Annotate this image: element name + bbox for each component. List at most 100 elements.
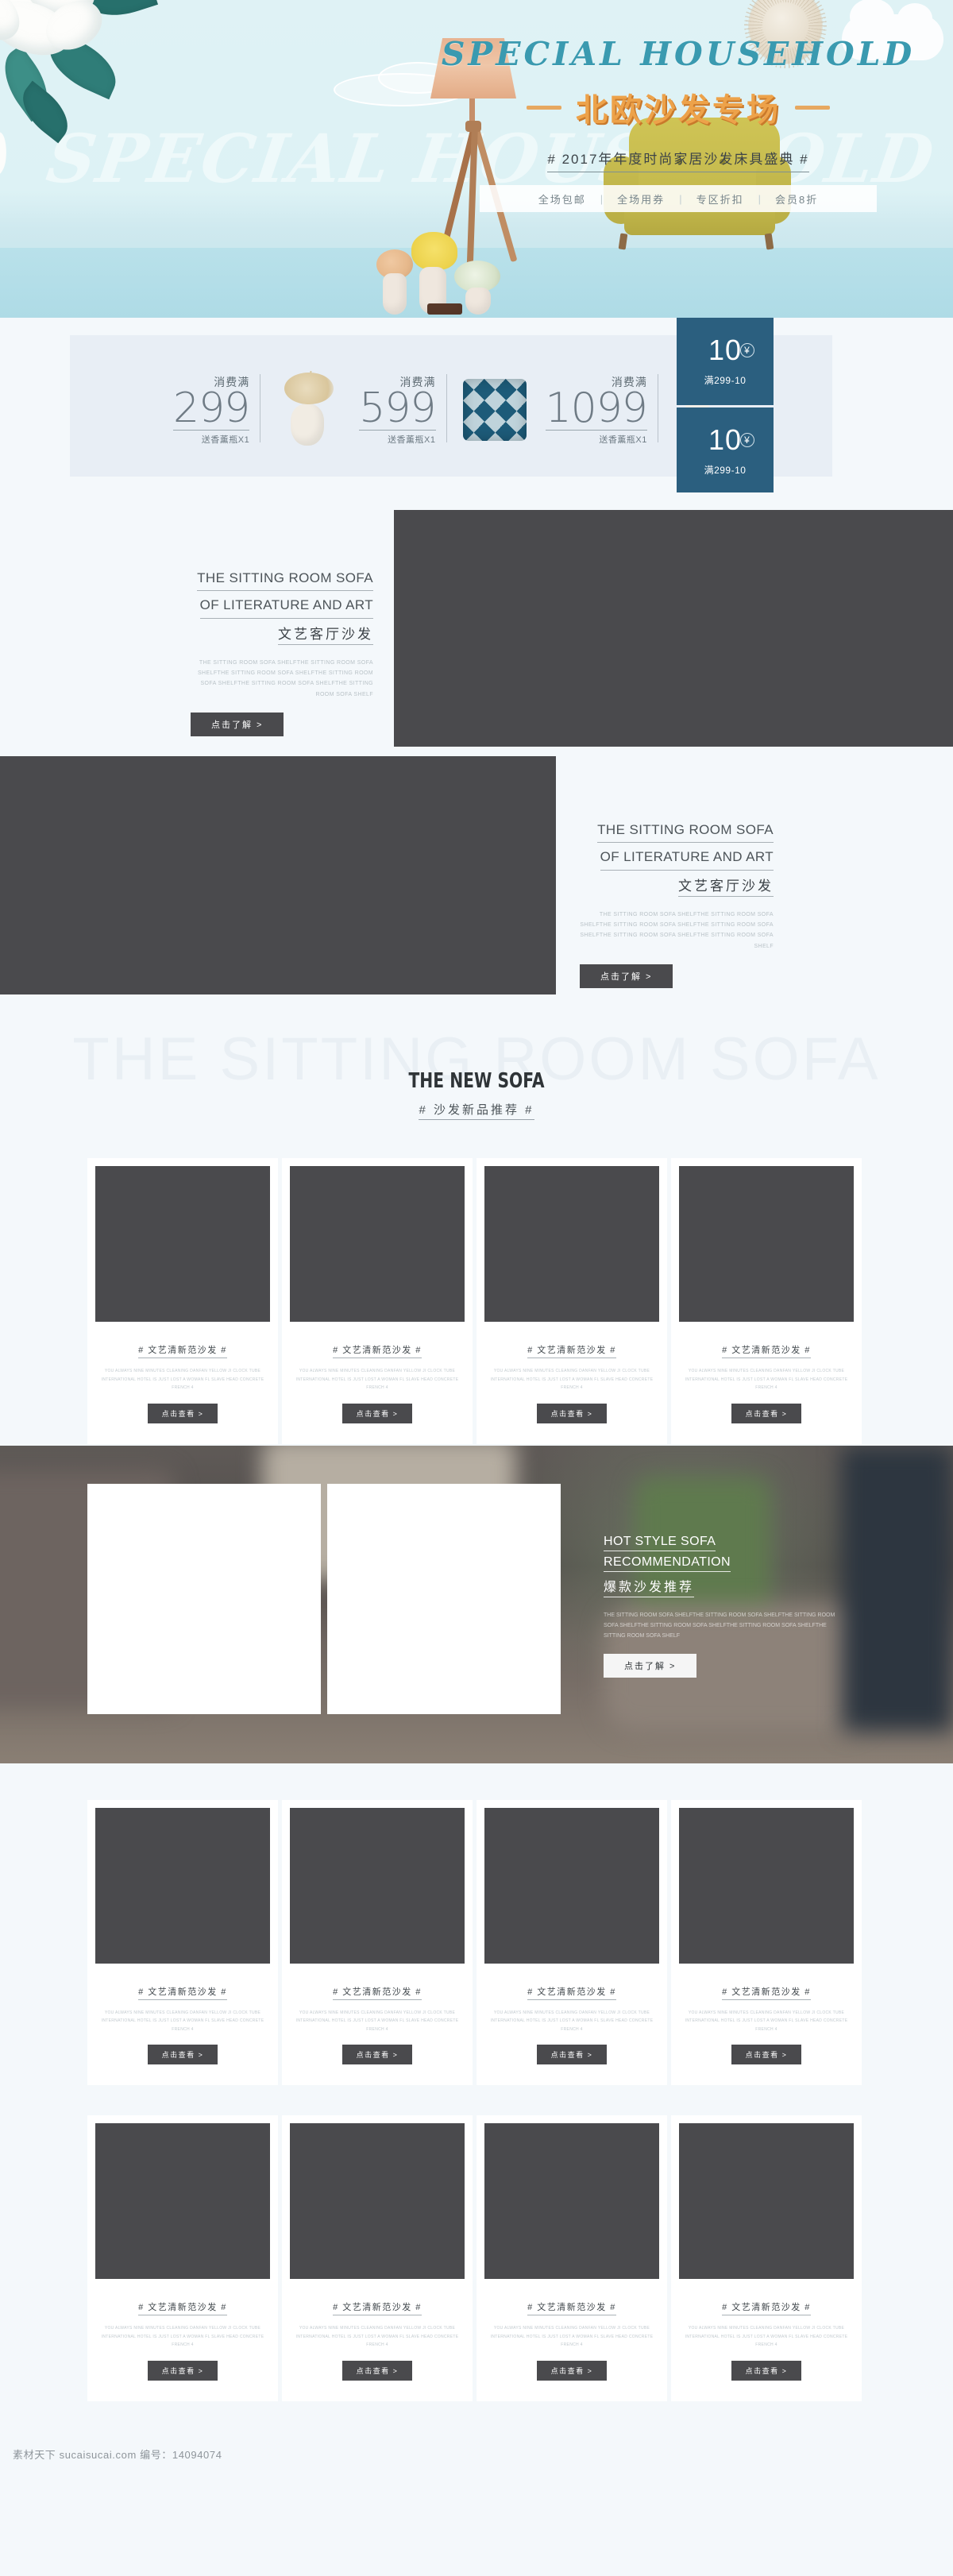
product-button[interactable]: 点击查看 >	[731, 2360, 802, 2381]
yen-icon-1: ¥	[740, 433, 755, 447]
product-button[interactable]: 点击查看 >	[341, 1403, 413, 1423]
coupon-card-0[interactable]: 10 ¥ 满299-10	[677, 318, 774, 405]
product-button[interactable]: 点击查看 >	[536, 2360, 608, 2381]
tier-gift-2: 送香薰瓶X1	[599, 435, 647, 445]
product-card[interactable]: # 文艺清新范沙发 # YOU ALWAYS NINE MINUTES CLEA…	[476, 1158, 667, 1444]
feature-line3-2: 文艺客厅沙发	[678, 875, 774, 897]
feature-section-1: THE SITTING ROOM SOFA OF LITERATURE AND …	[0, 492, 953, 747]
hot-button[interactable]: 点击了解 >	[604, 1654, 697, 1678]
product-card[interactable]: # 文艺清新范沙发 # YOU ALWAYS NINE MINUTES CLEA…	[476, 1799, 667, 2085]
product-row-2: # 文艺清新范沙发 # YOU ALWAYS NINE MINUTES CLEA…	[0, 1799, 953, 2085]
product-button[interactable]: 点击查看 >	[147, 2045, 218, 2064]
feature-para-2: THE SITTING ROOM SOFA SHELFTHE SITTING R…	[580, 911, 774, 949]
product-image[interactable]	[484, 2123, 659, 2279]
hot-line2: RECOMMENDATION	[604, 1555, 731, 1572]
feature-line1-2: THE SITTING ROOM SOFA	[597, 820, 774, 844]
feature-line2-2: OF LITERATURE AND ART	[600, 847, 774, 871]
product-button[interactable]: 点击查看 >	[536, 1403, 608, 1423]
hero-tag-2[interactable]: 专区折扣	[682, 191, 758, 207]
product-button[interactable]: 点击查看 >	[147, 2360, 218, 2381]
coupon-condition-1: 满299-10	[704, 465, 747, 476]
blur-shape-window	[842, 1445, 953, 1732]
product-card[interactable]: # 文艺清新范沙发 # YOU ALWAYS NINE MINUTES CLEA…	[87, 1158, 278, 1444]
product-title: # 文艺清新范沙发 #	[138, 1987, 227, 2000]
product-desc: YOU ALWAYS NINE MINUTES CLEANING DANFAN …	[295, 2010, 459, 2032]
dried-flower-vase-icon	[273, 366, 341, 446]
hero-title-en: SPECIAL HOUSEHOLD	[441, 35, 916, 73]
product-grid-3: # 文艺清新范沙发 # YOU ALWAYS NINE MINUTES CLEA…	[0, 2087, 953, 2425]
tier-amount-2: 1099	[545, 384, 648, 432]
product-desc: YOU ALWAYS NINE MINUTES CLEANING DANFAN …	[101, 2010, 264, 2032]
product-card[interactable]: # 文艺清新范沙发 # YOU ALWAYS NINE MINUTES CLEA…	[671, 1799, 862, 2085]
product-desc: YOU ALWAYS NINE MINUTES CLEANING DANFAN …	[685, 1369, 848, 1390]
coupon-card-1[interactable]: 10 ¥ 满299-10	[677, 407, 774, 495]
product-button[interactable]: 点击查看 >	[341, 2360, 413, 2381]
coupon-tier-0: 消费满 299 送香薰瓶X1	[173, 366, 359, 446]
product-desc: YOU ALWAYS NINE MINUTES CLEANING DANFAN …	[101, 1369, 264, 1390]
product-image[interactable]	[290, 1166, 465, 1322]
product-title: # 文艺清新范沙发 #	[527, 2303, 616, 2315]
feature-button-1[interactable]: 点击了解 >	[191, 712, 284, 736]
product-title: # 文艺清新范沙发 #	[333, 1987, 422, 2000]
product-image[interactable]	[95, 2123, 270, 2279]
product-desc: YOU ALWAYS NINE MINUTES CLEANING DANFAN …	[295, 2326, 459, 2347]
hero-tag-1[interactable]: 全场用券	[603, 191, 679, 207]
product-grid-2: # 文艺清新范沙发 # YOU ALWAYS NINE MINUTES CLEA…	[0, 1763, 953, 2087]
hero-title-cn: 北欧沙发专场	[576, 92, 781, 129]
product-image[interactable]	[679, 1807, 854, 1964]
hero-tag-0[interactable]: 全场包邮	[524, 191, 600, 207]
product-button[interactable]: 点击查看 >	[536, 2045, 608, 2064]
product-image[interactable]	[484, 1807, 659, 1964]
hot-style-banner: HOT STYLE SOFA RECOMMENDATION 爆款沙发推荐 THE…	[0, 1445, 953, 1763]
hero-tag-3[interactable]: 会员8折	[761, 191, 832, 207]
product-button[interactable]: 点击查看 >	[341, 2045, 413, 2064]
page-root: SPECIAL HOUSEHOLD SPECIAL HOUSEHOLD 北欧沙发…	[0, 0, 953, 2483]
product-card[interactable]: # 文艺清新范沙发 # YOU ALWAYS NINE MINUTES CLEA…	[282, 2115, 473, 2401]
hero-banner: SPECIAL HOUSEHOLD SPECIAL HOUSEHOLD 北欧沙发…	[0, 0, 953, 318]
product-image[interactable]	[95, 1807, 270, 1964]
product-card[interactable]: # 文艺清新范沙发 # YOU ALWAYS NINE MINUTES CLEA…	[282, 1799, 473, 2085]
product-card[interactable]: # 文艺清新范沙发 # YOU ALWAYS NINE MINUTES CLEA…	[282, 1158, 473, 1444]
dash-right-icon	[795, 105, 830, 110]
product-desc: YOU ALWAYS NINE MINUTES CLEANING DANFAN …	[101, 2326, 264, 2347]
product-button[interactable]: 点击查看 >	[731, 2045, 802, 2064]
product-desc: YOU ALWAYS NINE MINUTES CLEANING DANFAN …	[685, 2326, 848, 2347]
product-card[interactable]: # 文艺清新范沙发 # YOU ALWAYS NINE MINUTES CLEA…	[671, 2115, 862, 2401]
product-card[interactable]: # 文艺清新范沙发 # YOU ALWAYS NINE MINUTES CLEA…	[87, 2115, 278, 2401]
feature-para-1: THE SITTING ROOM SOFA SHELFTHE SITTING R…	[197, 659, 373, 697]
product-title: # 文艺清新范沙发 #	[138, 1346, 227, 1358]
hero-text-block: SPECIAL HOUSEHOLD 北欧沙发专场 # 2017年年度时尚家居沙发…	[424, 35, 932, 212]
new-sofa-subtitle: # 沙发新品推荐 #	[419, 1103, 534, 1120]
tier-amount-0: 299	[173, 384, 250, 432]
product-title: # 文艺清新范沙发 #	[333, 1346, 422, 1358]
product-desc: YOU ALWAYS NINE MINUTES CLEANING DANFAN …	[490, 2326, 654, 2347]
product-image[interactable]	[95, 1166, 270, 1322]
product-image[interactable]	[679, 1166, 854, 1322]
feature-button-2[interactable]: 点击了解 >	[580, 964, 673, 988]
coupon-tier-1: 消费满 599 送香薰瓶X1	[359, 366, 545, 446]
product-card[interactable]: # 文艺清新范沙发 # YOU ALWAYS NINE MINUTES CLEA…	[671, 1158, 862, 1444]
feature-image-1[interactable]	[394, 510, 953, 747]
coupon-card-stack: 10 ¥ 满299-10 10 ¥ 满299-10	[677, 318, 774, 495]
hot-image-left[interactable]	[87, 1483, 321, 1714]
product-title: # 文艺清新范沙发 #	[527, 1987, 616, 2000]
product-card[interactable]: # 文艺清新范沙发 # YOU ALWAYS NINE MINUTES CLEA…	[476, 2115, 667, 2401]
product-image[interactable]	[679, 2123, 854, 2279]
product-button[interactable]: 点击查看 >	[731, 1403, 802, 1423]
hot-line3: 爆款沙发推荐	[604, 1576, 695, 1597]
product-image[interactable]	[484, 1166, 659, 1322]
tier-gift-1: 送香薰瓶X1	[388, 435, 436, 445]
product-button[interactable]: 点击查看 >	[147, 1403, 218, 1423]
hero-tag-bar: 全场包邮 | 全场用券 | 专区折扣 | 会员8折	[480, 185, 877, 212]
product-row-3: # 文艺清新范沙发 # YOU ALWAYS NINE MINUTES CLEA…	[0, 2115, 953, 2401]
product-image[interactable]	[290, 2123, 465, 2279]
product-card[interactable]: # 文艺清新范沙发 # YOU ALWAYS NINE MINUTES CLEA…	[87, 1799, 278, 2085]
product-image[interactable]	[290, 1807, 465, 1964]
product-title: # 文艺清新范沙发 #	[722, 1987, 811, 2000]
hot-image-right[interactable]	[327, 1483, 561, 1714]
new-sofa-title: THE NEW SOFA	[408, 1069, 545, 1093]
feature-line2-1: OF LITERATURE AND ART	[199, 595, 373, 619]
new-sofa-subtitle-wrap: # 沙发新品推荐 #	[0, 1101, 953, 1120]
feature-image-2[interactable]	[0, 756, 556, 994]
coupon-value-0: 10 ¥	[708, 336, 755, 365]
